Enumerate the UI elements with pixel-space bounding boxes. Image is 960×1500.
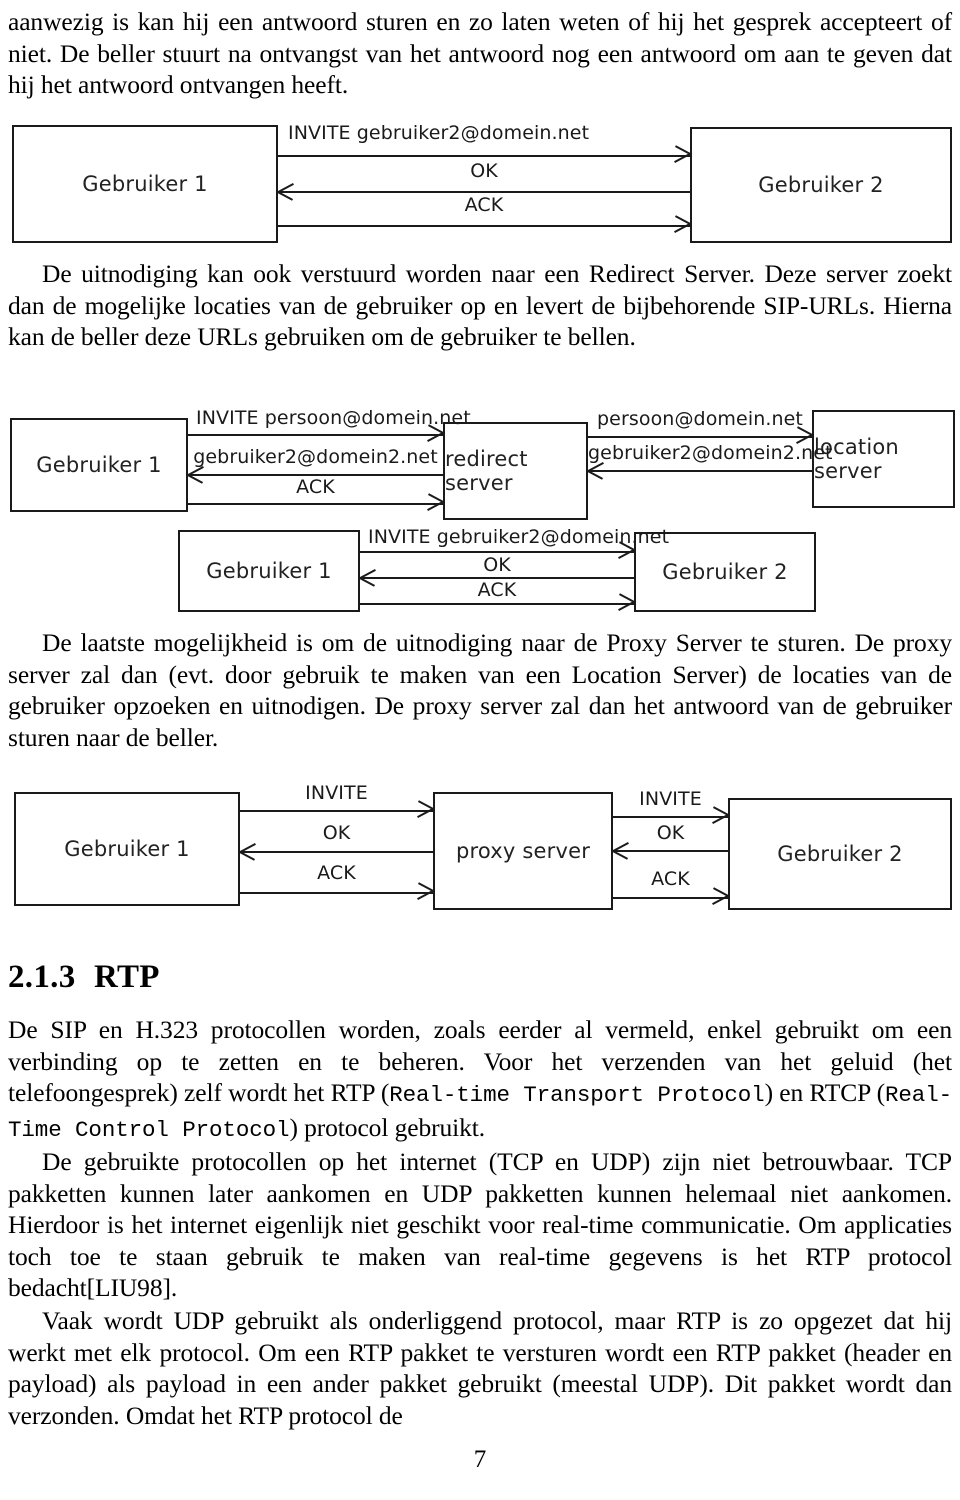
edge-label-gebruiker2-domein2-right: gebruiker2@domein2.net — [588, 442, 833, 464]
edge-line-persoon-domein — [588, 436, 812, 438]
edge-line-proxy-left-ok — [240, 851, 433, 853]
page-number: 7 — [473, 1446, 487, 1473]
node-location-server: location server — [812, 410, 955, 508]
rtp-1-part2: ) en RTCP ( — [764, 1078, 886, 1107]
diagram-redirect-server: Gebruiker 1 redirect server location ser… — [0, 398, 960, 620]
node-gebruiker-2-proxy: Gebruiker 2 — [728, 798, 952, 910]
edge-label-gebruiker2-domein2-left: gebruiker2@domein2.net — [193, 446, 438, 468]
section-number: 2.1.3 — [8, 959, 76, 995]
edge-line-proxy-left-invite — [240, 810, 433, 812]
node-label: location server — [814, 435, 899, 483]
document-page: aanwezig is kan hij een antwoord sturen … — [0, 0, 960, 1500]
edge-line-ack-redirect — [188, 503, 443, 505]
node-label: Gebruiker 2 — [662, 560, 788, 584]
node-label: Gebruiker 1 — [64, 837, 190, 861]
edge-label-proxy-right-ok: OK — [656, 822, 685, 844]
diagram-direct-call: Gebruiker 1 Gebruiker 2 INVITE gebruiker… — [0, 118, 960, 246]
edge-line-ack — [278, 225, 690, 227]
edge-label-row2-invite: INVITE gebruiker2@domein.net — [368, 526, 670, 548]
edge-label-invite: INVITE gebruiker2@domein.net — [288, 122, 590, 144]
edge-label-proxy-left-ack: ACK — [317, 862, 356, 884]
node-label: Gebruiker 1 — [82, 172, 208, 196]
node-label: Gebruiker 2 — [758, 173, 884, 197]
edge-line-proxy-right-invite — [613, 816, 728, 818]
node-label: redirect server — [445, 447, 528, 495]
rtp-1-part3: ) protocol gebruikt. — [289, 1112, 486, 1142]
edge-label-invite-persoon: INVITE persoon@domein.net — [196, 407, 471, 429]
paragraph-rtp-2-text: De gebruikte protocollen op het internet… — [8, 1147, 952, 1302]
node-label: Gebruiker 2 — [777, 842, 903, 866]
node-gebruiker-1-row2: Gebruiker 1 — [178, 530, 360, 612]
paragraph-top-text: aanwezig is kan hij een antwoord sturen … — [8, 7, 952, 99]
edge-line-proxy-right-ack — [613, 897, 728, 899]
paragraph-rtp-1: De SIP en H.323 protocollen worden, zoal… — [8, 1014, 952, 1146]
edge-label-proxy-left-ok: OK — [322, 822, 351, 844]
edge-label-ok: OK — [470, 160, 498, 182]
edge-label-row2-ok: OK — [483, 554, 511, 576]
edge-line-proxy-left-ack — [240, 892, 433, 894]
paragraph-rtp-3: Vaak wordt UDP gebruikt als onderliggend… — [8, 1305, 952, 1431]
edge-line-proxy-right-ok — [613, 850, 728, 852]
node-label: proxy server — [455, 839, 591, 863]
edge-label-proxy-left-invite: INVITE — [305, 782, 368, 804]
edge-label-persoon-domein: persoon@domein.net — [597, 408, 803, 430]
paragraph-redirect-text: De uitnodiging kan ook verstuurd worden … — [8, 259, 952, 351]
paragraph-rtp-2: De gebruikte protocollen op het internet… — [8, 1146, 952, 1304]
edge-label-row2-ack: ACK — [477, 579, 517, 601]
node-proxy-server: proxy server — [433, 792, 613, 910]
node-label: Gebruiker 1 — [206, 559, 332, 583]
node-label: Gebruiker 1 — [36, 453, 162, 477]
node-gebruiker-2: Gebruiker 2 — [690, 127, 952, 243]
edge-line-row2-ack — [360, 603, 634, 605]
node-redirect-server: redirect server — [443, 422, 588, 520]
paragraph-top: aanwezig is kan hij een antwoord sturen … — [8, 6, 952, 101]
edge-line-gebruiker2-domein2-right — [588, 470, 812, 472]
paragraph-proxy: De laatste mogelijkheid is om de uitnodi… — [8, 627, 952, 753]
node-gebruiker-1-proxy: Gebruiker 1 — [14, 792, 240, 906]
paragraph-redirect: De uitnodiging kan ook verstuurd worden … — [8, 258, 952, 353]
rtp-1-mono1: Real-time Transport Protocol — [389, 1082, 765, 1108]
section-heading: 2.1.3 RTP — [8, 958, 952, 996]
edge-label-proxy-right-invite: INVITE — [639, 788, 702, 810]
edge-line-ok — [278, 191, 690, 193]
node-gebruiker-1: Gebruiker 1 — [12, 125, 278, 243]
node-gebruiker-1-redirect: Gebruiker 1 — [10, 418, 188, 512]
edge-label-proxy-right-ack: ACK — [651, 868, 690, 890]
edge-line-invite — [278, 155, 690, 157]
edge-label-ack-redirect: ACK — [296, 476, 335, 498]
section-title: RTP — [94, 959, 160, 995]
edge-line-row2-invite — [360, 551, 634, 553]
paragraph-rtp-3-text: Vaak wordt UDP gebruikt als onderliggend… — [8, 1306, 952, 1430]
paragraph-rtp-1-text: De SIP en H.323 protocollen worden, zoal… — [8, 1014, 952, 1146]
edge-label-ack: ACK — [464, 194, 504, 216]
paragraph-proxy-text: De laatste mogelijkheid is om de uitnodi… — [8, 628, 952, 752]
edge-line-invite-persoon — [188, 434, 443, 436]
diagram-proxy-server: Gebruiker 1 proxy server Gebruiker 2 INV… — [0, 768, 960, 916]
